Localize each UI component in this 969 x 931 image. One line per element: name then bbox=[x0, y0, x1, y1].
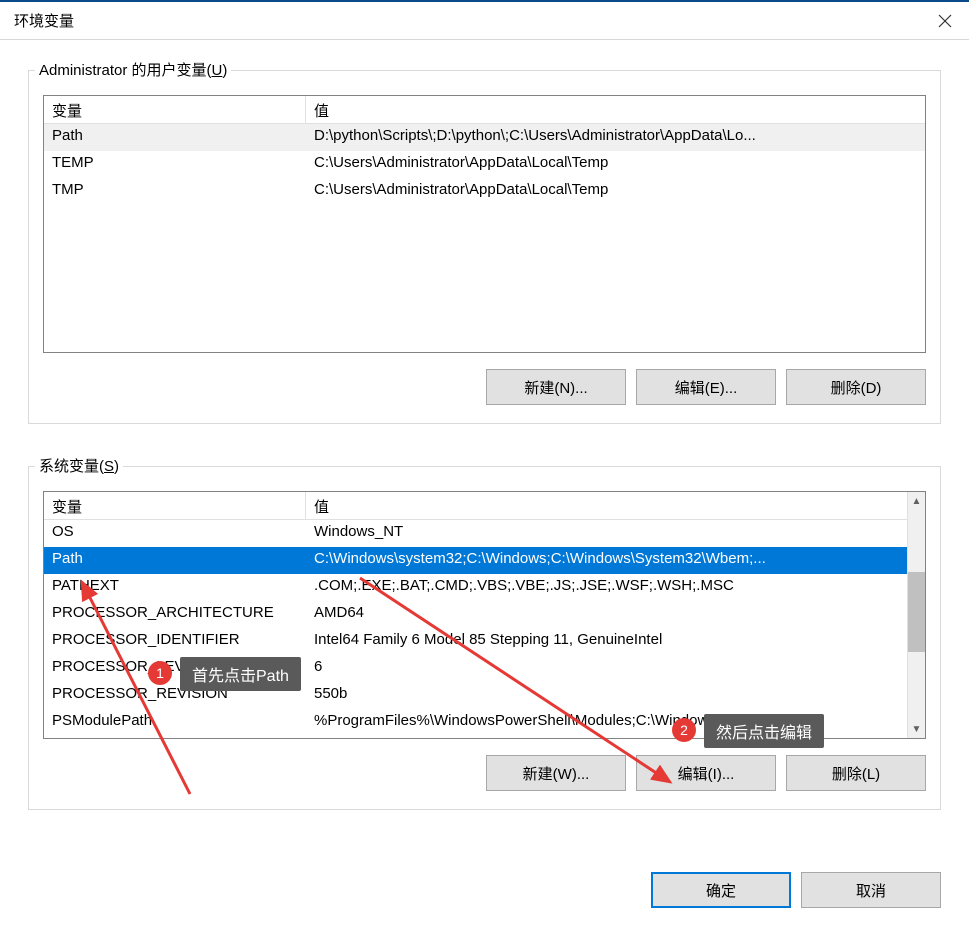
cell-value: D:\python\Scripts\;D:\python\;C:\Users\A… bbox=[306, 124, 925, 151]
ok-button[interactable]: 确定 bbox=[651, 872, 791, 908]
scroll-thumb[interactable] bbox=[908, 572, 925, 652]
user-new-button[interactable]: 新建(N)... bbox=[486, 369, 626, 405]
column-value[interactable]: 值 bbox=[306, 96, 925, 123]
table-row[interactable]: TMP C:\Users\Administrator\AppData\Local… bbox=[44, 178, 925, 205]
cell-variable: OS bbox=[44, 520, 306, 547]
user-edit-button[interactable]: 编辑(E)... bbox=[636, 369, 776, 405]
cell-variable: PROCESSOR_REVISION bbox=[44, 682, 306, 709]
close-icon bbox=[938, 14, 952, 28]
user-variables-label: Administrator 的用户变量(U) bbox=[35, 59, 231, 80]
cell-value: Intel64 Family 6 Model 85 Stepping 11, G… bbox=[306, 628, 925, 655]
table-row[interactable]: TEMP C:\Users\Administrator\AppData\Loca… bbox=[44, 151, 925, 178]
cell-value: %ProgramFiles%\WindowsPowerShell\Modules… bbox=[306, 709, 925, 736]
user-variables-table[interactable]: 变量 值 Path D:\python\Scripts\;D:\python\;… bbox=[43, 95, 926, 353]
cell-value: C:\Users\Administrator\AppData\Local\Tem… bbox=[306, 178, 925, 205]
table-header: 变量 值 bbox=[44, 96, 925, 124]
cell-variable: PATHEXT bbox=[44, 574, 306, 601]
close-button[interactable] bbox=[921, 1, 969, 41]
cell-variable: PROCESSOR_IDENTIFIER bbox=[44, 628, 306, 655]
scrollbar[interactable]: ▲ ▼ bbox=[907, 492, 925, 738]
system-edit-button[interactable]: 编辑(I)... bbox=[636, 755, 776, 791]
table-row-path[interactable]: Path C:\Windows\system32;C:\Windows;C:\W… bbox=[44, 547, 925, 574]
cell-variable: Path bbox=[44, 124, 306, 151]
user-variables-group: Administrator 的用户变量(U) 变量 值 Path D:\pyth… bbox=[28, 70, 941, 424]
cell-value: 550b bbox=[306, 682, 925, 709]
table-row[interactable]: Path D:\python\Scripts\;D:\python\;C:\Us… bbox=[44, 124, 925, 151]
cell-variable: PROCESSOR_LEVEL bbox=[44, 655, 306, 682]
cell-variable: TEMP bbox=[44, 151, 306, 178]
cell-value: Windows_NT bbox=[306, 520, 925, 547]
table-row[interactable]: PSModulePath %ProgramFiles%\WindowsPower… bbox=[44, 709, 925, 736]
table-row[interactable]: PROCESSOR_ARCHITECTURE AMD64 bbox=[44, 601, 925, 628]
cell-value: AMD64 bbox=[306, 601, 925, 628]
system-delete-button[interactable]: 删除(L) bbox=[786, 755, 926, 791]
column-variable[interactable]: 变量 bbox=[44, 492, 306, 519]
window-title: 环境变量 bbox=[14, 10, 74, 31]
column-value[interactable]: 值 bbox=[306, 492, 925, 519]
cell-variable: Path bbox=[44, 547, 306, 574]
user-delete-button[interactable]: 删除(D) bbox=[786, 369, 926, 405]
cell-value: C:\Windows\system32;C:\Windows;C:\Window… bbox=[306, 547, 925, 574]
cancel-button[interactable]: 取消 bbox=[801, 872, 941, 908]
cell-value: C:\Users\Administrator\AppData\Local\Tem… bbox=[306, 151, 925, 178]
system-variables-table[interactable]: 变量 值 OS Windows_NT Path C:\Windows\syste… bbox=[43, 491, 926, 739]
table-row[interactable]: PROCESSOR_LEVEL 6 bbox=[44, 655, 925, 682]
cell-variable: PROCESSOR_ARCHITECTURE bbox=[44, 601, 306, 628]
scroll-down-icon[interactable]: ▼ bbox=[908, 720, 925, 738]
column-variable[interactable]: 变量 bbox=[44, 96, 306, 123]
system-variables-group: 系统变量(S) 变量 值 OS Windows_NT Path C:\Windo… bbox=[28, 466, 941, 810]
table-row[interactable]: OS Windows_NT bbox=[44, 520, 925, 547]
table-row[interactable]: PROCESSOR_REVISION 550b bbox=[44, 682, 925, 709]
cell-variable: PSModulePath bbox=[44, 709, 306, 736]
cell-value: .COM;.EXE;.BAT;.CMD;.VBS;.VBE;.JS;.JSE;.… bbox=[306, 574, 925, 601]
title-bar: 环境变量 bbox=[0, 0, 969, 40]
system-new-button[interactable]: 新建(W)... bbox=[486, 755, 626, 791]
scroll-up-icon[interactable]: ▲ bbox=[908, 492, 925, 510]
cell-value: 6 bbox=[306, 655, 925, 682]
table-row[interactable]: PATHEXT .COM;.EXE;.BAT;.CMD;.VBS;.VBE;.J… bbox=[44, 574, 925, 601]
cell-variable: TMP bbox=[44, 178, 306, 205]
table-header: 变量 值 bbox=[44, 492, 925, 520]
table-row[interactable]: PROCESSOR_IDENTIFIER Intel64 Family 6 Mo… bbox=[44, 628, 925, 655]
system-variables-label: 系统变量(S) bbox=[35, 455, 123, 476]
